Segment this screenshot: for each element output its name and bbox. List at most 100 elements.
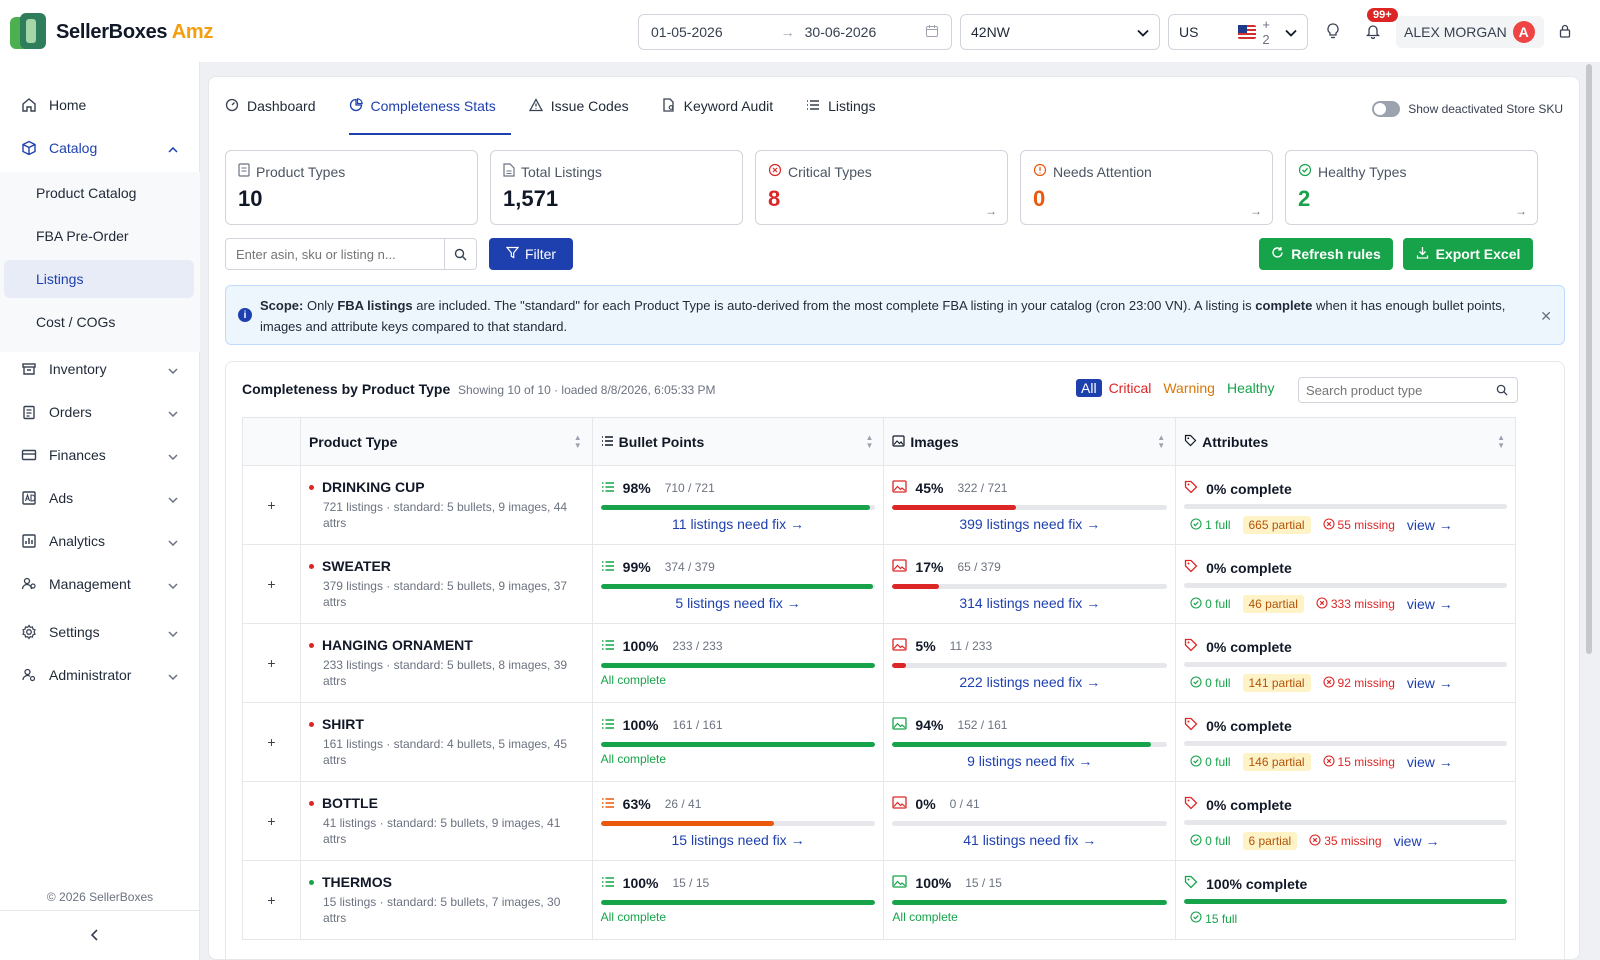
bell-icon[interactable] [1362, 20, 1384, 42]
sort-icon[interactable]: ▲ ▼ [1497, 434, 1505, 450]
expand-row-button[interactable]: + [264, 892, 278, 908]
sidebar-item-cost-cogs[interactable]: Cost / COGs [4, 303, 194, 341]
all-complete-label: All complete [600, 752, 667, 766]
table-row[interactable]: + SHIRT 161 listings · standard: 4 bullets… [242, 702, 1516, 782]
sidebar-item-analytics[interactable]: Analytics [0, 521, 200, 561]
marketplace-select[interactable]: US + 2 [1168, 14, 1308, 50]
deactivated-sku-toggle[interactable]: Show deactivated Store SKU [1372, 101, 1563, 117]
need-fix-link[interactable]: 399 listings need fix → [892, 516, 1167, 532]
view-link[interactable]: view → [1407, 675, 1453, 691]
sidebar-item-finances[interactable]: Finances [0, 435, 200, 475]
need-fix-link[interactable]: 41 listings need fix → [892, 832, 1167, 848]
export-excel-button[interactable]: Export Excel [1403, 238, 1533, 270]
expand-row-button[interactable]: + [264, 497, 278, 513]
need-fix-link[interactable]: 11 listings need fix → [601, 516, 876, 532]
toggle-switch[interactable] [1372, 101, 1401, 117]
table-row[interactable]: + SWEATER 379 listings · standard: 5 bulle… [242, 544, 1516, 624]
table-row[interactable]: + DRINKING CUP 721 listings · standard: 5 … [242, 465, 1516, 545]
filter-critical[interactable]: Critical [1104, 379, 1157, 397]
column-header-bullet-points[interactable]: Bullet Points ▲ ▼ [591, 417, 885, 466]
sidebar-item-administrator[interactable]: Administrator [0, 655, 200, 695]
tab-listings[interactable]: Listings [806, 77, 890, 135]
store-select[interactable]: 42NW [960, 14, 1160, 50]
tag-icon [1184, 638, 1198, 655]
expand-row-button[interactable]: + [264, 734, 278, 750]
stat-label: Critical Types [788, 163, 872, 180]
market-value: US [1179, 24, 1199, 40]
column-header-images[interactable]: Images ▲ ▼ [883, 417, 1177, 466]
expand-row-button[interactable]: + [264, 576, 278, 592]
sidebar-item-ads[interactable]: Ads [0, 478, 200, 518]
listing-search [225, 238, 477, 270]
need-fix-link[interactable]: 9 listings need fix → [892, 753, 1167, 769]
table-row[interactable]: + BOTTLE 41 listings · standard: 5 bullets… [242, 781, 1516, 861]
sort-icon[interactable]: ▲ ▼ [865, 434, 873, 450]
view-link[interactable]: view → [1407, 596, 1453, 612]
sidebar-item-home[interactable]: Home [0, 85, 200, 125]
sidebar-item-label: Catalog [49, 140, 98, 156]
expand-cell: + [242, 781, 301, 861]
stat-value: 8 [768, 186, 781, 211]
stat-card-needs-attention[interactable]: Needs Attention 0 → [1020, 150, 1273, 225]
column-header-attributes[interactable]: Attributes ▲ ▼ [1175, 417, 1516, 466]
sort-icon[interactable]: ▲ ▼ [574, 434, 582, 450]
need-fix-link[interactable]: 15 listings need fix → [601, 832, 876, 848]
sidebar-item-orders[interactable]: Orders [0, 392, 200, 432]
sidebar-item-settings[interactable]: Settings [0, 612, 200, 652]
sidebar-item-catalog[interactable]: Catalog [0, 128, 200, 168]
product-type-cell: SHIRT 161 listings · standard: 4 bullets,… [299, 702, 593, 782]
expand-row-button[interactable]: + [264, 655, 278, 671]
scrollbar-thumb[interactable] [1586, 64, 1592, 654]
collapse-sidebar-button[interactable] [90, 928, 100, 946]
filter-healthy[interactable]: Healthy [1222, 379, 1279, 397]
product-type-meta: 721 listings · standard: 5 bullets, 9 im… [322, 500, 568, 530]
sort-icon[interactable]: ▲ ▼ [1157, 434, 1165, 450]
search-icon[interactable] [444, 239, 476, 269]
date-to[interactable]: 30-06-2026 [805, 24, 877, 40]
page-scrollbar[interactable] [1584, 62, 1594, 960]
stat-label: Healthy Types [1318, 163, 1407, 180]
stat-card-healthy-types[interactable]: Healthy Types 2 → [1285, 150, 1538, 225]
filter-button[interactable]: Filter [489, 238, 573, 270]
view-link[interactable]: view → [1407, 754, 1453, 770]
table-row[interactable]: + HANGING ORNAMENT 233 listings · standard… [242, 623, 1516, 703]
view-link[interactable]: view → [1394, 833, 1440, 849]
image-icon [892, 717, 908, 733]
missing-count: 35 missing [1324, 834, 1382, 848]
table-header-row: Product Type ▲ ▼ Bullet Points ▲ ▼ Images ▲ ▼ … [242, 417, 1516, 466]
refresh-rules-button[interactable]: Refresh rules [1259, 238, 1393, 270]
product-type-search-input[interactable] [1299, 382, 1489, 398]
tab-completeness-stats[interactable]: Completeness Stats [348, 77, 512, 135]
column-header-product-type[interactable]: Product Type ▲ ▼ [299, 417, 593, 466]
date-from[interactable]: 01-05-2026 [651, 24, 723, 40]
sidebar-item-listings[interactable]: Listings [4, 260, 194, 298]
user-menu[interactable]: ALEX MORGAN A [1396, 16, 1544, 48]
need-fix-link[interactable]: 5 listings need fix → [601, 595, 876, 611]
need-fix-link[interactable]: 314 listings need fix → [892, 595, 1167, 611]
close-icon[interactable]: ✕ [1540, 306, 1552, 327]
check-circle-icon [1190, 517, 1202, 533]
tab-dashboard[interactable]: Dashboard [225, 77, 331, 135]
search-icon[interactable] [1489, 384, 1515, 396]
sidebar-item-inventory[interactable]: Inventory [0, 349, 200, 389]
expand-row-button[interactable]: + [264, 813, 278, 829]
expand-cell: + [242, 860, 301, 940]
sidebar-item-fba-preorder[interactable]: FBA Pre-Order [4, 217, 194, 255]
date-range-picker[interactable]: 01-05-2026 → 30-06-2026 [638, 14, 952, 50]
filter-warning[interactable]: Warning [1158, 379, 1220, 397]
filter-all[interactable]: All [1076, 379, 1102, 397]
info-icon: i [238, 308, 252, 322]
tab-issue-codes[interactable]: Issue Codes [528, 77, 644, 135]
listing-search-input[interactable] [226, 246, 444, 262]
view-link[interactable]: view → [1407, 517, 1453, 533]
stat-card-critical-types[interactable]: Critical Types 8 → [755, 150, 1008, 225]
full-count: 0 full [1205, 676, 1231, 690]
tab-keyword-audit[interactable]: Keyword Audit [662, 77, 789, 135]
need-fix-link[interactable]: 222 listings need fix → [892, 674, 1167, 690]
lightbulb-icon[interactable] [1322, 20, 1344, 42]
sidebar-item-management[interactable]: Management [0, 564, 200, 604]
lock-icon[interactable] [1554, 20, 1576, 42]
sidebar-item-product-catalog[interactable]: Product Catalog [4, 174, 194, 212]
table-row[interactable]: + THERMOS 15 listings · standard: 5 bullet… [242, 860, 1516, 940]
brand-logo[interactable]: SellerBoxes Amz [10, 13, 213, 51]
